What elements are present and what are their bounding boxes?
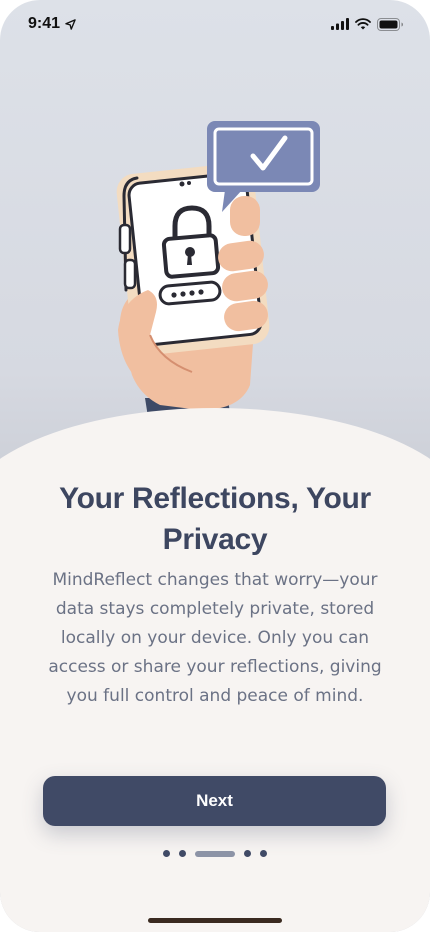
page-dot[interactable] xyxy=(179,850,186,857)
status-bar: 9:41 xyxy=(0,0,430,48)
status-icons xyxy=(331,17,404,31)
cellular-signal-icon xyxy=(331,18,349,30)
next-button[interactable]: Next xyxy=(43,776,386,826)
battery-icon xyxy=(377,17,403,31)
page-dot[interactable] xyxy=(260,850,267,857)
wifi-icon xyxy=(355,18,371,30)
description-text: MindReflect changes that worry—your data… xyxy=(48,570,382,706)
status-time-wrapper: 9:41 xyxy=(28,15,76,33)
page-dot[interactable] xyxy=(244,850,251,857)
password-field-icon xyxy=(158,280,222,306)
location-arrow-icon xyxy=(65,18,76,30)
onboarding-screen: 9:41 Your Reflections, Your Privacy Mind… xyxy=(0,0,430,932)
status-time: 9:41 xyxy=(28,15,61,32)
page-dot-active[interactable] xyxy=(195,850,235,857)
checkmark-bubble-icon xyxy=(207,121,320,212)
page-dot[interactable] xyxy=(163,850,170,857)
onboarding-content: Your Reflections, Your Privacy MindRefle… xyxy=(0,478,430,711)
page-title: Your Reflections, Your Privacy xyxy=(59,482,371,556)
home-indicator[interactable] xyxy=(148,918,282,923)
page-indicator xyxy=(0,850,430,857)
privacy-illustration xyxy=(116,121,320,430)
